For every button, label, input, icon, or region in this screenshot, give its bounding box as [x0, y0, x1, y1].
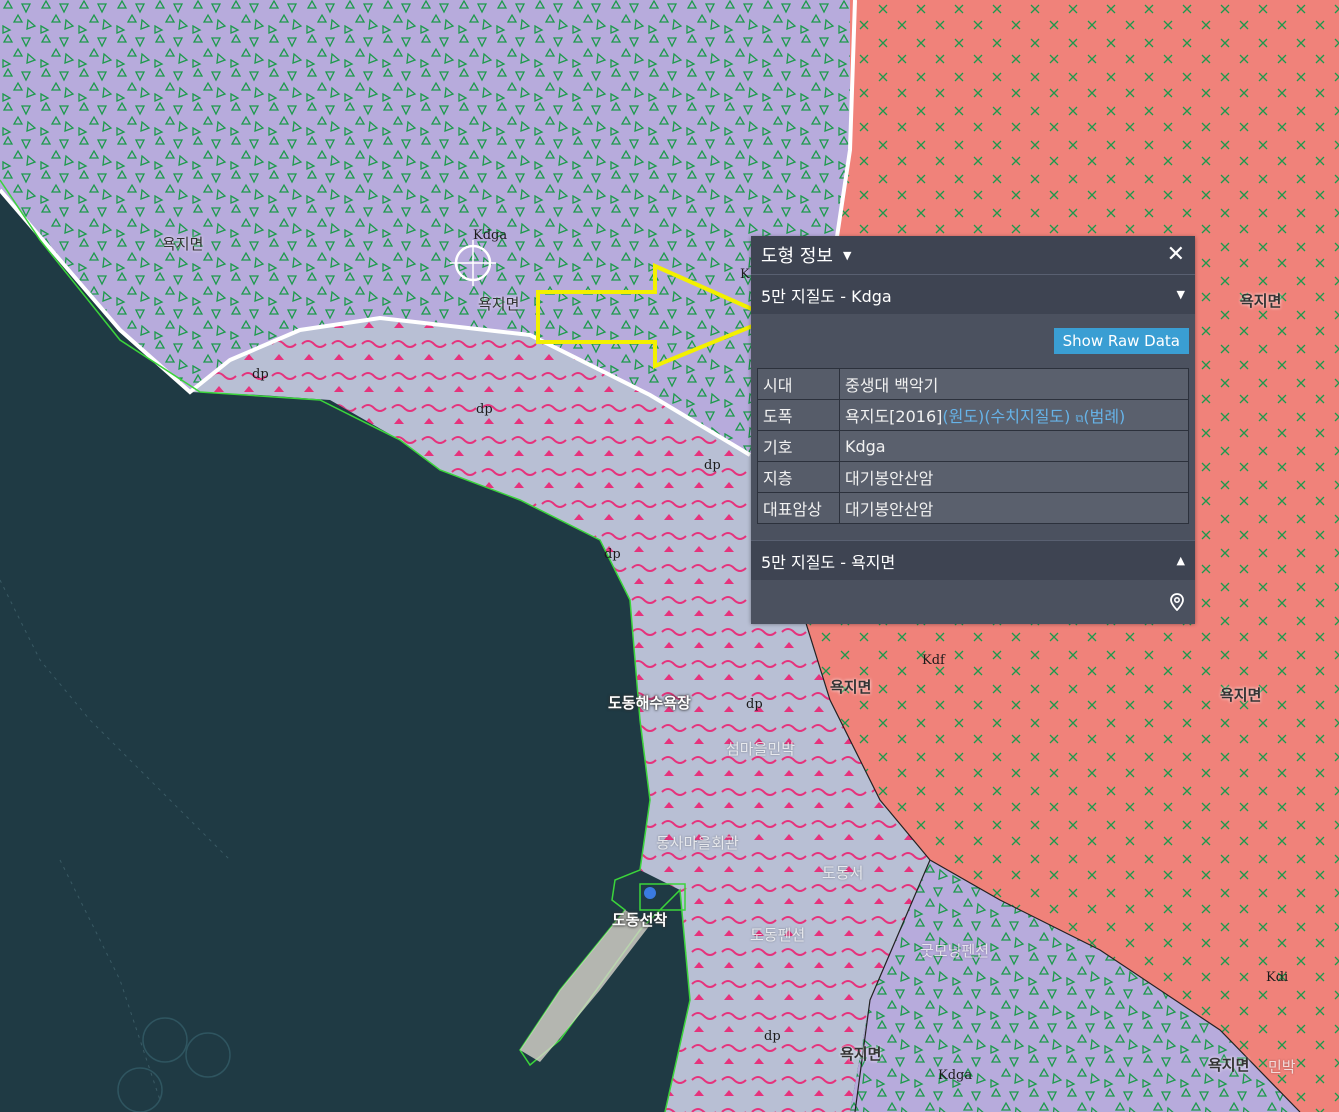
- unit-code: dp: [476, 402, 493, 417]
- place-label: 욕지면: [1220, 686, 1262, 704]
- table-row: 대표암상 대기봉안산암: [757, 492, 1189, 524]
- place-label: 욕지면: [830, 678, 872, 696]
- legend-link[interactable]: (범례): [1083, 407, 1125, 426]
- unit-code: Kdga: [473, 228, 508, 243]
- caret-down-icon[interactable]: ▼: [1177, 288, 1185, 301]
- attribute-table: 시대 중생대 백악기 도폭 욕지도[2016](원도)(수치지질도) ⧉(범례)…: [757, 368, 1189, 524]
- map-sheet-name: 욕지도[2016]: [845, 407, 943, 426]
- section-header-yokji[interactable]: 5만 지질도 - 욕지면 ▲: [751, 540, 1195, 580]
- attr-key: 도폭: [757, 399, 840, 431]
- place-label: 도동서: [822, 864, 864, 882]
- place-label: 섬마을민박: [726, 740, 796, 758]
- panel-header[interactable]: 도형 정보 ▼ ✕: [751, 236, 1195, 274]
- show-raw-data-button[interactable]: Show Raw Data: [1053, 328, 1189, 354]
- place-label: 욕지면: [840, 1045, 882, 1063]
- place-label: 욕지면: [1208, 1056, 1250, 1074]
- place-label: 동사마을회관: [656, 834, 739, 852]
- unit-code: Kdga: [938, 1068, 973, 1083]
- unit-code: Kdf: [922, 653, 945, 668]
- close-icon[interactable]: ✕: [1167, 244, 1185, 266]
- unit-code: dp: [252, 367, 269, 382]
- attr-value: 중생대 백악기: [839, 368, 1189, 400]
- section-title: 5만 지질도 - Kdga: [761, 286, 892, 306]
- unit-code: K: [740, 267, 750, 282]
- unit-code: Kdi: [1266, 970, 1289, 985]
- attr-value: 대기봉안산암: [839, 461, 1189, 493]
- attr-value: Kdga: [839, 430, 1189, 462]
- attr-key: 시대: [757, 368, 840, 400]
- unit-code: dp: [604, 547, 621, 562]
- original-map-link[interactable]: (원도): [942, 407, 984, 426]
- attr-key: 지층: [757, 461, 840, 493]
- table-row: 기호 Kdga: [757, 430, 1189, 462]
- section-header-kdga[interactable]: 5만 지질도 - Kdga ▼: [751, 274, 1195, 314]
- place-label: 굿모닝펜션: [920, 942, 990, 960]
- place-label: 도동해수욕장: [608, 694, 691, 712]
- table-row: 시대 중생대 백악기: [757, 368, 1189, 400]
- feature-info-panel: 도형 정보 ▼ ✕ 5만 지질도 - Kdga ▼ Show Raw Data …: [751, 236, 1195, 624]
- place-label: 욕지면: [1240, 292, 1282, 310]
- place-label: 욕지면: [478, 295, 520, 313]
- place-label: 도동펜션: [750, 926, 806, 944]
- table-row: 지층 대기봉안산암: [757, 461, 1189, 493]
- chevron-down-icon[interactable]: ▼: [843, 249, 851, 262]
- caret-up-icon[interactable]: ▲: [1177, 554, 1185, 567]
- attr-key: 기호: [757, 430, 840, 462]
- unit-code: dp: [704, 458, 721, 473]
- place-label: 욕지면: [162, 235, 204, 253]
- location-pin-icon[interactable]: [1170, 593, 1184, 611]
- section-body-kdga: Show Raw Data 시대 중생대 백악기 도폭 욕지도[2016](원도…: [751, 314, 1195, 540]
- panel-title: 도형 정보: [761, 246, 833, 267]
- attr-value: 대기봉안산암: [839, 492, 1189, 524]
- section-title: 5만 지질도 - 욕지면: [761, 552, 896, 572]
- attr-value: 욕지도[2016](원도)(수치지질도) ⧉(범례): [839, 399, 1189, 431]
- section-body-yokji: [751, 580, 1195, 624]
- place-label: 민박: [1268, 1058, 1296, 1076]
- unit-code: dp: [746, 697, 763, 712]
- digital-map-link[interactable]: (수치지질도): [984, 407, 1070, 426]
- place-label: 도동선착: [612, 911, 668, 929]
- table-row: 도폭 욕지도[2016](원도)(수치지질도) ⧉(범례): [757, 399, 1189, 431]
- unit-code: dp: [764, 1029, 781, 1044]
- attr-key: 대표암상: [757, 492, 840, 524]
